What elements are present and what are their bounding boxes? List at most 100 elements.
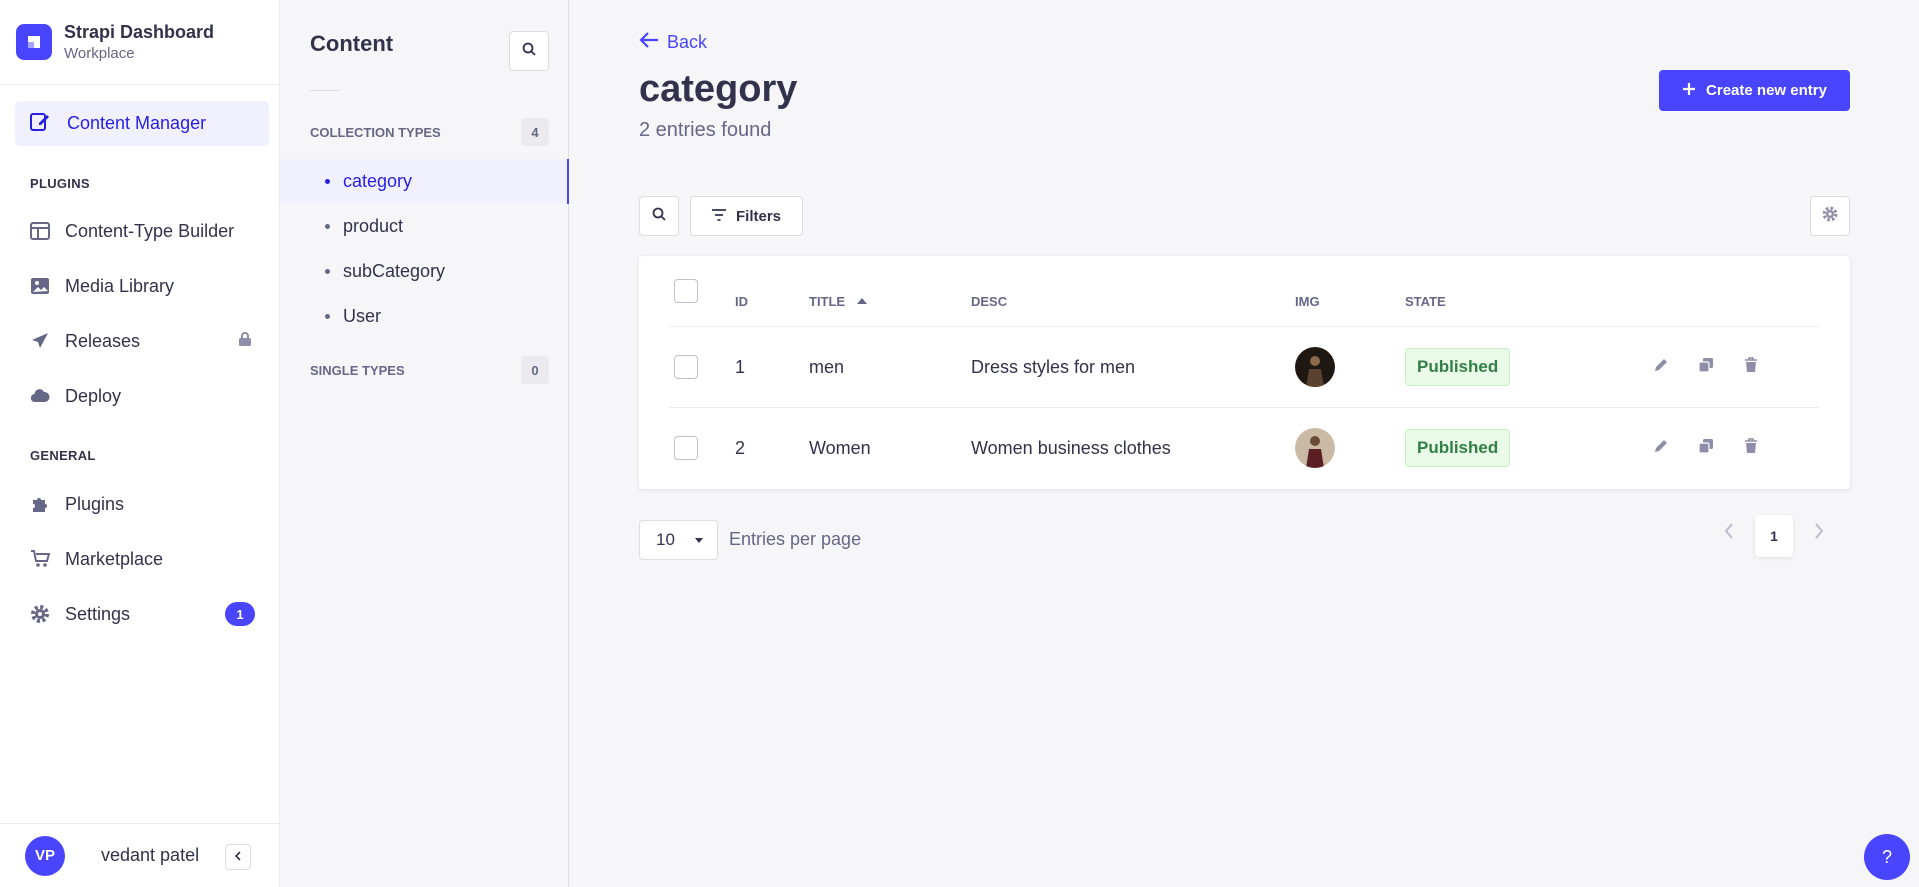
chevron-left-icon (233, 848, 243, 866)
subnav-item-category[interactable]: category (280, 159, 569, 204)
image-icon (30, 276, 50, 296)
cell-title: men (809, 356, 845, 377)
nav-item-label: Releases (65, 330, 141, 351)
avatar[interactable]: VP (25, 835, 65, 876)
edit-entry-button[interactable] (1649, 436, 1673, 460)
column-header-state[interactable]: STATE (1405, 291, 1446, 311)
back-label: Back (667, 32, 708, 52)
single-count-badge: 0 (521, 356, 549, 384)
nav-item-deploy[interactable]: Deploy (30, 381, 255, 411)
brand-header: Strapi Dashboard Workplace (0, 0, 279, 85)
filters-button[interactable]: Filters (690, 196, 803, 236)
bullet-icon (325, 224, 330, 229)
per-page-value: 10 (656, 530, 675, 549)
status-badge: Published (1405, 429, 1511, 467)
main-content: Back category 2 entries found Create new… (569, 0, 1919, 887)
subnav-item-subcategory[interactable]: subCategory (280, 249, 569, 294)
duplicate-icon (1698, 438, 1714, 459)
content-subnav: Content COLLECTION TYPES 4 category prod… (280, 0, 569, 887)
subnav-item-label: User (343, 306, 382, 326)
view-settings-button[interactable] (1810, 196, 1850, 236)
entries-count: 2 entries found (639, 119, 772, 141)
entries-per-page-select[interactable]: 10 (639, 520, 718, 560)
subnav-item-label: category (343, 171, 413, 191)
strapi-logo-icon (16, 24, 52, 60)
brand-subtitle: Workplace (64, 45, 135, 62)
select-all-checkbox[interactable] (674, 279, 698, 303)
nav-item-releases[interactable]: Releases (30, 326, 255, 356)
nav-item-label: Settings (65, 603, 131, 624)
next-page-button[interactable] (1807, 521, 1831, 545)
general-heading: GENERAL (30, 448, 96, 463)
cell-state: Published (1405, 347, 1511, 387)
divider (310, 90, 340, 91)
subnav-title: Content (310, 31, 394, 56)
lock-icon (237, 331, 253, 352)
cloud-icon (30, 386, 50, 406)
column-header-img[interactable]: IMG (1295, 291, 1320, 311)
row-divider (669, 326, 1819, 327)
single-types-heading: SINGLE TYPES (310, 362, 405, 378)
chevron-right-icon (1814, 522, 1824, 545)
cell-desc: Women business clothes (971, 437, 1171, 458)
column-header-title[interactable]: TITLE (809, 291, 868, 311)
page-title: category (639, 68, 798, 110)
nav-item-label: Content Manager (67, 113, 207, 133)
search-icon (522, 42, 536, 61)
chevron-down-icon (695, 537, 703, 543)
subnav-item-label: product (343, 216, 404, 236)
row-checkbox[interactable] (674, 428, 698, 468)
cell-state: Published (1405, 428, 1511, 468)
filter-icon (711, 208, 736, 225)
collection-types-section[interactable]: COLLECTION TYPES 4 (310, 118, 549, 146)
notification-badge: 1 (225, 602, 255, 626)
user-name[interactable]: vedant patel (101, 845, 199, 866)
edit-entry-button[interactable] (1649, 355, 1673, 379)
create-new-entry-button[interactable]: Create new entry (1659, 70, 1850, 111)
table-search-button[interactable] (639, 196, 679, 236)
trash-icon (1743, 437, 1759, 459)
delete-entry-button[interactable] (1739, 355, 1763, 379)
nav-item-label: Plugins (65, 493, 125, 514)
delete-entry-button[interactable] (1739, 436, 1763, 460)
nav-item-marketplace[interactable]: Marketplace (30, 544, 255, 574)
pencil-icon (1653, 438, 1669, 459)
brand-title: Strapi Dashboard (64, 22, 215, 42)
help-button[interactable]: ? (1864, 834, 1910, 880)
subnav-item-product[interactable]: product (280, 204, 569, 249)
collection-count-badge: 4 (521, 118, 549, 146)
create-button-label: Create new entry (1706, 82, 1827, 99)
nav-item-label: Media Library (65, 275, 175, 296)
single-types-section[interactable]: SINGLE TYPES 0 (310, 356, 549, 384)
nav-item-plugins[interactable]: Plugins (30, 489, 255, 519)
cell-id: 1 (735, 356, 746, 377)
nav-item-media-library[interactable]: Media Library (30, 271, 255, 301)
plugins-heading: PLUGINS (30, 176, 90, 191)
collapse-nav-button[interactable] (225, 844, 251, 870)
cell-desc: Dress styles for men (971, 356, 1136, 377)
subnav-search-button[interactable] (509, 31, 549, 71)
trash-icon (1743, 356, 1759, 378)
paper-plane-icon (30, 331, 50, 351)
nav-item-content-type-builder[interactable]: Content-Type Builder (30, 216, 255, 246)
page-number-button[interactable]: 1 (1755, 515, 1793, 557)
row-checkbox[interactable] (674, 347, 698, 387)
gear-icon (1822, 206, 1838, 227)
back-link[interactable]: Back (639, 31, 707, 54)
cell-title: Women (809, 437, 871, 458)
duplicate-icon (1698, 357, 1714, 378)
column-header-desc[interactable]: DESC (971, 291, 1007, 311)
pencil-icon (1653, 357, 1669, 378)
nav-item-content-manager[interactable]: Content Manager (15, 101, 269, 146)
column-header-id[interactable]: ID (735, 291, 748, 311)
previous-page-button[interactable] (1717, 521, 1741, 545)
duplicate-entry-button[interactable] (1694, 355, 1718, 379)
cart-icon (30, 549, 50, 569)
nav-item-settings[interactable]: Settings 1 (30, 599, 255, 629)
status-badge: Published (1405, 348, 1511, 386)
nav-item-label: Marketplace (65, 548, 164, 569)
cell-img (1295, 428, 1335, 468)
filters-label: Filters (735, 207, 781, 225)
subnav-item-user[interactable]: User (280, 294, 569, 339)
duplicate-entry-button[interactable] (1694, 436, 1718, 460)
